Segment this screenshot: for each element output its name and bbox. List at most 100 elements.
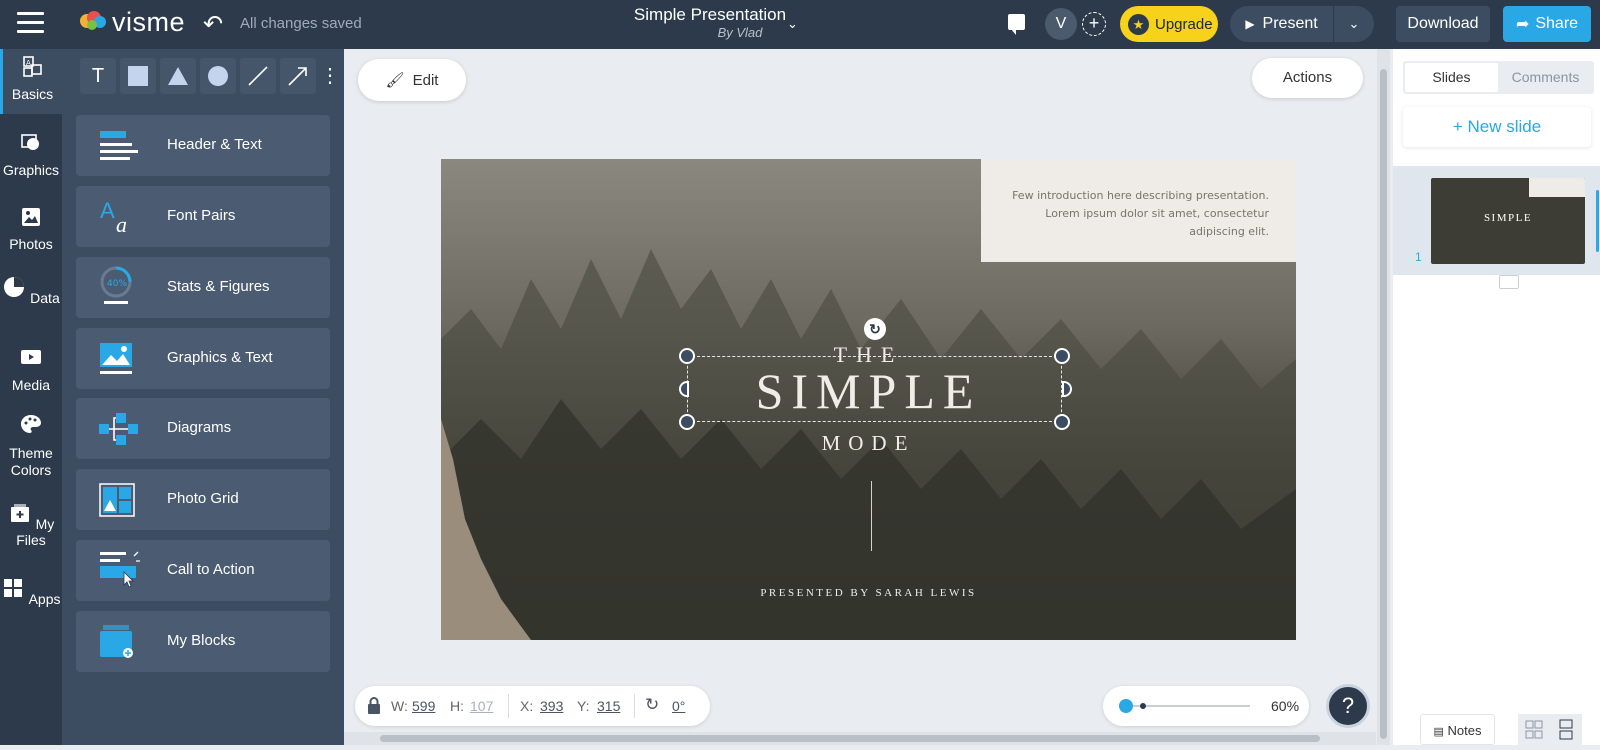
rotate-handle-icon[interactable]: ↻ (864, 318, 886, 340)
undo-icon[interactable]: ↶ (203, 10, 223, 39)
top-bar: visme ↶ All changes saved Simple Present… (0, 0, 1600, 49)
stats-figures-icon: 40% (100, 266, 132, 304)
resize-handle-top-right[interactable] (1054, 348, 1070, 364)
basics-icon: A (22, 56, 42, 77)
nav-item-media[interactable]: Media (0, 346, 62, 393)
x-value[interactable]: 393 (540, 698, 563, 714)
vertical-scrollbar[interactable] (1377, 49, 1390, 745)
grid-view-icon[interactable] (1518, 714, 1550, 745)
divider-line[interactable] (871, 481, 872, 551)
rotation-value[interactable]: 0° (672, 698, 685, 714)
text-tool-icon[interactable]: T (80, 58, 116, 94)
height-value[interactable]: 107 (470, 698, 493, 714)
horizontal-scrollbar[interactable] (344, 732, 1376, 745)
document-title-area[interactable]: Simple Presentation By Vlad (610, 5, 810, 40)
transition-icon[interactable] (1499, 275, 1519, 289)
nav-item-apps[interactable]: Apps (0, 576, 62, 607)
y-value[interactable]: 315 (597, 698, 620, 714)
save-status: All changes saved (240, 15, 362, 32)
scrollbar-thumb[interactable] (1380, 69, 1387, 739)
header-text-icon (100, 131, 138, 160)
arrow-tool-icon[interactable] (280, 58, 316, 94)
block-font-pairs[interactable]: Aa Font Pairs (76, 186, 330, 247)
pie-chart-icon (4, 277, 25, 297)
zoom-percent[interactable]: 60% (1271, 698, 1299, 714)
width-value[interactable]: 599 (412, 698, 435, 714)
nav-item-data[interactable]: Data (0, 275, 62, 306)
visme-logo[interactable]: visme (78, 6, 185, 38)
triangle-tool-icon[interactable] (160, 58, 196, 94)
actions-button[interactable]: Actions (1252, 58, 1363, 98)
palette-icon (21, 415, 41, 433)
resize-handle-bottom-left[interactable] (679, 414, 695, 430)
play-icon: ▶ (1245, 17, 1255, 31)
block-my-blocks[interactable]: My Blocks (76, 611, 330, 672)
graphics-text-icon (100, 343, 132, 374)
slides-panel (1393, 49, 1600, 745)
share-button[interactable]: ➦ Share (1503, 6, 1591, 42)
block-graphics-text[interactable]: Graphics & Text (76, 328, 330, 389)
notes-icon: ▤ (1433, 726, 1444, 738)
media-icon (21, 350, 41, 364)
block-label: Header & Text (167, 136, 262, 153)
lock-icon[interactable] (367, 697, 381, 714)
slide-subtitle[interactable]: MODE (441, 431, 1296, 456)
nav-item-my-files[interactable]: My Files (0, 501, 62, 548)
zoom-slider-knob[interactable] (1119, 699, 1133, 713)
nav-item-basics[interactable]: A Basics (0, 49, 62, 114)
block-header-text[interactable]: Header & Text (76, 115, 330, 176)
download-button[interactable]: Download (1396, 6, 1490, 42)
tab-slides[interactable]: Slides (1405, 63, 1498, 92)
block-stats-figures[interactable]: 40% Stats & Figures (76, 257, 330, 318)
add-collaborator-icon[interactable]: + (1082, 12, 1106, 36)
block-photo-grid[interactable]: Photo Grid (76, 469, 330, 530)
slide-number: 1 (1415, 250, 1422, 264)
presented-by-text[interactable]: PRESENTED BY SARAH LEWIS (441, 587, 1296, 599)
share-label: Share (1535, 15, 1579, 32)
photo-grid-icon (99, 483, 135, 517)
menu-icon[interactable] (17, 12, 44, 36)
resize-handle-top-left[interactable] (679, 348, 695, 364)
diagrams-icon (99, 413, 138, 445)
notes-button[interactable]: ▤ Notes (1420, 714, 1495, 745)
graphics-icon (21, 134, 39, 150)
more-tools-icon[interactable]: ⋮ (320, 58, 340, 94)
intro-text-box[interactable]: Few introduction here describing present… (981, 159, 1296, 262)
y-label: Y: (577, 698, 590, 714)
present-button[interactable]: ▶ Present (1230, 6, 1333, 42)
edit-label: Edit (412, 71, 439, 89)
document-title: Simple Presentation (633, 5, 787, 24)
tab-comments[interactable]: Comments (1499, 63, 1592, 92)
present-options-chevron-icon[interactable]: ⌄ (1334, 6, 1374, 42)
rectangle-tool-icon[interactable] (120, 58, 156, 94)
svg-text:A: A (26, 59, 31, 67)
block-label: Graphics & Text (167, 349, 273, 366)
scrollbar-thumb[interactable] (380, 735, 1320, 742)
comment-icon[interactable] (1008, 14, 1025, 35)
slide-thumbnail[interactable]: SIMPLE (1431, 178, 1585, 264)
line-tool-icon[interactable] (240, 58, 276, 94)
avatar[interactable]: V (1045, 8, 1077, 40)
new-slide-button[interactable]: + New slide (1403, 107, 1591, 147)
nav-item-graphics[interactable]: Graphics (0, 131, 62, 178)
block-diagrams[interactable]: Diagrams (76, 398, 330, 459)
zoom-default-marker (1140, 703, 1146, 709)
nav-item-photos[interactable]: Photos (0, 205, 62, 252)
list-view-icon[interactable] (1550, 714, 1582, 745)
block-call-to-action[interactable]: Call to Action (76, 540, 330, 601)
resize-handle-left[interactable] (679, 381, 689, 397)
resize-handle-bottom-right[interactable] (1054, 414, 1070, 430)
intro-text[interactable]: Few introduction here describing present… (991, 187, 1269, 241)
block-label: Call to Action (167, 561, 255, 578)
nav-item-theme-colors[interactable]: Theme Colors (0, 413, 62, 479)
selection-box[interactable] (687, 356, 1062, 422)
slide-canvas[interactable]: Few introduction here describing present… (441, 159, 1296, 640)
nav-label: Data (30, 290, 60, 306)
edit-button[interactable]: 🖌 Edit (358, 59, 466, 101)
chevron-down-icon[interactable]: ⌄ (787, 16, 798, 32)
svg-text:A: A (100, 200, 115, 223)
upgrade-label: Upgrade (1155, 15, 1213, 33)
upgrade-button[interactable]: ★ Upgrade (1120, 6, 1218, 42)
help-button[interactable]: ? (1326, 684, 1370, 728)
circle-tool-icon[interactable] (200, 58, 236, 94)
